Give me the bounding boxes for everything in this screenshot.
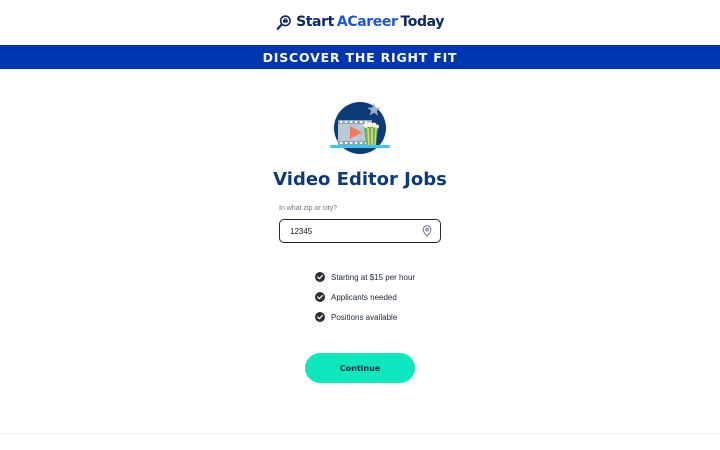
logo-text-start: Start bbox=[296, 14, 334, 30]
feature-text: Positions available bbox=[331, 312, 398, 322]
list-item: Applicants needed bbox=[315, 287, 415, 307]
features-list: Starting at $15 per hour Applicants need… bbox=[315, 267, 415, 327]
list-item: Starting at $15 per hour bbox=[315, 267, 415, 287]
magnifier-briefcase-icon bbox=[276, 14, 291, 30]
site-header: Start ACareer Today bbox=[0, 0, 720, 44]
feature-text: Starting at $15 per hour bbox=[331, 272, 416, 282]
video-editing-illustration bbox=[330, 102, 390, 154]
discover-banner: DISCOVER THE RIGHT FIT bbox=[0, 45, 720, 69]
site-logo[interactable]: Start ACareer Today bbox=[276, 14, 444, 31]
footer-divider bbox=[0, 433, 720, 434]
location-field[interactable] bbox=[279, 219, 441, 243]
continue-button[interactable]: Continue bbox=[305, 353, 415, 383]
location-pin-icon bbox=[422, 225, 432, 237]
logo-text-today: Today bbox=[400, 14, 444, 30]
location-input[interactable] bbox=[290, 226, 422, 236]
check-circle-icon bbox=[315, 312, 325, 322]
check-circle-icon bbox=[315, 292, 325, 302]
location-label: In what zip or city? bbox=[279, 205, 337, 212]
continue-button-label: Continue bbox=[339, 363, 381, 373]
check-circle-icon bbox=[315, 272, 325, 282]
banner-text: DISCOVER THE RIGHT FIT bbox=[262, 49, 458, 65]
feature-text: Applicants needed bbox=[331, 292, 397, 302]
list-item: Positions available bbox=[315, 307, 415, 327]
logo-text-acareer: ACareer bbox=[336, 14, 398, 30]
page-title: Video Editor Jobs bbox=[273, 169, 447, 190]
